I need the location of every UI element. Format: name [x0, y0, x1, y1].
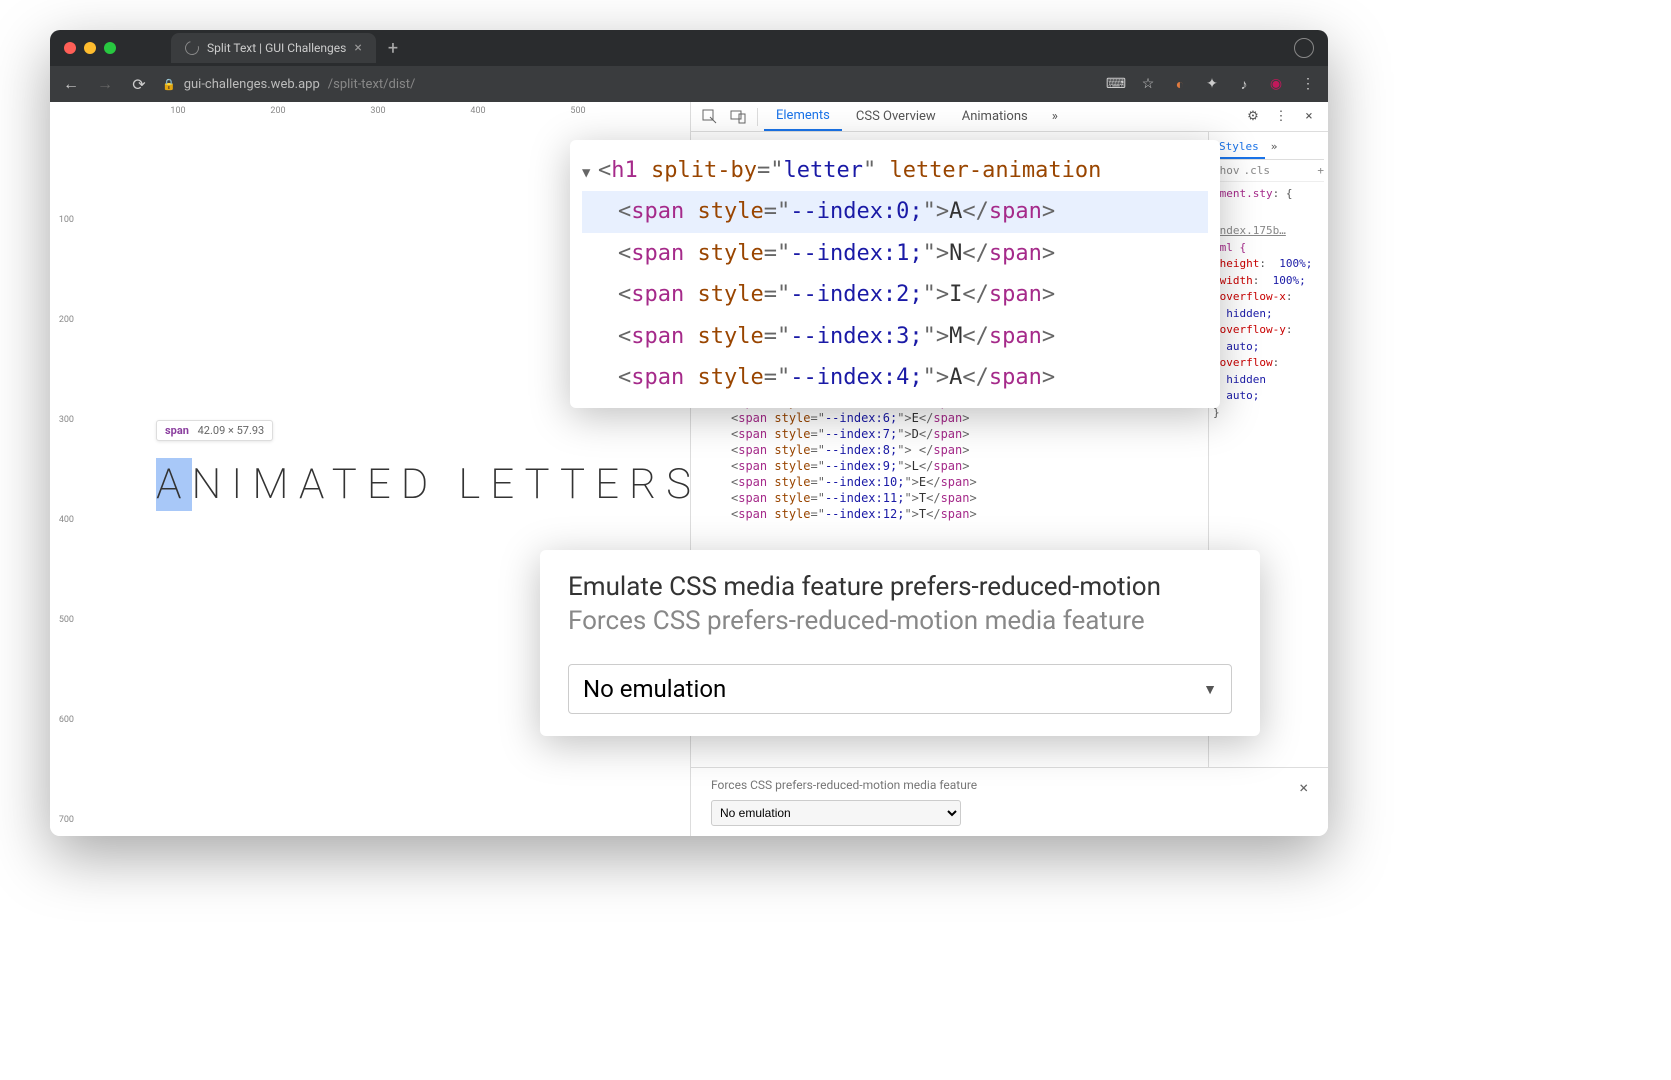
- chevron-down-icon: ▼: [1203, 681, 1217, 698]
- more-tabs-icon[interactable]: »: [1042, 104, 1068, 130]
- gear-icon[interactable]: ⚙: [1240, 104, 1266, 130]
- kebab-icon[interactable]: ⋮: [1268, 104, 1294, 130]
- back-button[interactable]: ←: [60, 73, 82, 95]
- css-declaration[interactable]: overflow-y:: [1213, 322, 1324, 339]
- dom-span-row-small[interactable]: <span style="--index:7;">D</span>: [691, 426, 1208, 442]
- dom-span-row-small[interactable]: <span style="--index:9;">L</span>: [691, 458, 1208, 474]
- css-declaration[interactable]: height: 100%;: [1213, 256, 1324, 273]
- tab-title: Split Text | GUI Challenges: [207, 41, 346, 55]
- callout-rendering-zoom: Emulate CSS media feature prefers-reduce…: [540, 550, 1260, 736]
- heading-rest: NIMATED LETTERS: [192, 460, 690, 509]
- profile-icon[interactable]: [1294, 38, 1314, 58]
- element-tooltip: span 42.09 × 57.93: [156, 420, 273, 441]
- menu-icon[interactable]: ⋮: [1298, 74, 1318, 94]
- devtools-toolbar: Elements CSS Overview Animations » ⚙ ⋮ ×: [691, 102, 1328, 132]
- titlebar: Split Text | GUI Challenges × +: [50, 30, 1328, 66]
- emulate-subtitle: Forces CSS prefers-reduced-motion media …: [568, 606, 1232, 636]
- dom-span-row-small[interactable]: <span style="--index:11;">T</span>: [691, 490, 1208, 506]
- css-declaration[interactable]: hidden: [1213, 372, 1324, 389]
- emulate-select-value: No emulation: [583, 675, 726, 703]
- css-declaration[interactable]: hidden;: [1213, 306, 1324, 323]
- expand-arrow-icon[interactable]: ▼: [582, 162, 596, 186]
- tooltip-dimensions: 42.09 × 57.93: [198, 424, 265, 437]
- dom-h1-row: ▼<h1 split-by="letter" letter-animation: [582, 150, 1208, 191]
- extension-icon-2[interactable]: ♪: [1234, 74, 1254, 94]
- emulate-title: Emulate CSS media feature prefers-reduce…: [568, 572, 1232, 602]
- dom-span-row-small[interactable]: <span style="--index:8;"> </span>: [691, 442, 1208, 458]
- ruler-vertical: 100 200 300 400 500 600 700 800: [50, 120, 78, 836]
- css-declaration[interactable]: width: 100%;: [1213, 273, 1324, 290]
- url-host: gui-challenges.web.app: [184, 77, 320, 92]
- close-tab-icon[interactable]: ×: [354, 40, 361, 56]
- device-icon[interactable]: [725, 104, 751, 130]
- forward-button[interactable]: →: [94, 73, 116, 95]
- rendering-description: Forces CSS prefers-reduced-motion media …: [711, 778, 1308, 792]
- inspect-icon[interactable]: [697, 104, 723, 130]
- tab-elements[interactable]: Elements: [764, 102, 842, 131]
- ruler-horizontal: 100 200 300 400 500: [78, 102, 690, 120]
- tab-css-overview[interactable]: CSS Overview: [844, 103, 948, 130]
- traffic-lights: [64, 42, 116, 54]
- styles-tab[interactable]: Styles: [1213, 136, 1265, 159]
- close-window-button[interactable]: [64, 42, 76, 54]
- lock-icon: 🔒: [162, 78, 176, 91]
- extensions-icon[interactable]: ✦: [1202, 74, 1222, 94]
- animated-heading: ANIMATED LETTERS: [156, 460, 690, 509]
- css-declaration[interactable]: auto;: [1213, 339, 1324, 356]
- url-field[interactable]: 🔒 gui-challenges.web.app/split-text/dist…: [162, 77, 1094, 92]
- more-styles-tabs-icon[interactable]: »: [1265, 136, 1284, 159]
- add-rule-icon[interactable]: +: [1317, 164, 1324, 177]
- dom-span-row-small[interactable]: <span style="--index:6;">E</span>: [691, 410, 1208, 426]
- close-icon[interactable]: ×: [1296, 104, 1322, 130]
- emulation-select[interactable]: No emulation: [711, 800, 961, 826]
- translate-icon[interactable]: ⌨: [1106, 74, 1126, 94]
- dom-span-row-small[interactable]: <span style="--index:12;">T</span>: [691, 506, 1208, 522]
- extension-icon-1[interactable]: ◐: [1170, 74, 1190, 94]
- dom-span-row[interactable]: <span style="--index:0;">A</span>: [582, 191, 1208, 232]
- emulate-select[interactable]: No emulation ▼: [568, 664, 1232, 714]
- css-rule-html: index.175b… tml { height: 100%; width: 1…: [1213, 223, 1324, 421]
- dom-span-row[interactable]: <span style="--index:3;">M</span>: [582, 316, 1208, 357]
- maximize-window-button[interactable]: [104, 42, 116, 54]
- reload-button[interactable]: ⟳: [128, 73, 150, 95]
- css-declaration[interactable]: auto;: [1213, 388, 1324, 405]
- minimize-window-button[interactable]: [84, 42, 96, 54]
- close-pane-icon[interactable]: ×: [1299, 778, 1308, 797]
- tab-animations[interactable]: Animations: [950, 103, 1040, 130]
- dom-span-row-small[interactable]: <span style="--index:10;">E</span>: [691, 474, 1208, 490]
- highlighted-letter: A: [156, 458, 192, 511]
- star-icon[interactable]: ☆: [1138, 74, 1158, 94]
- dom-span-row[interactable]: <span style="--index:4;">A</span>: [582, 357, 1208, 398]
- favicon-icon: [182, 38, 201, 57]
- dom-span-row[interactable]: <span style="--index:1;">N</span>: [582, 233, 1208, 274]
- css-declaration[interactable]: overflow:: [1213, 355, 1324, 372]
- rendering-pane: × Forces CSS prefers-reduced-motion medi…: [691, 767, 1328, 836]
- cls-toggle[interactable]: .cls: [1244, 164, 1271, 177]
- url-path: /split-text/dist/: [328, 77, 416, 92]
- element-style-rule: ement.sty: { }: [1213, 186, 1324, 219]
- dom-span-row[interactable]: <span style="--index:2;">I</span>: [582, 274, 1208, 315]
- browser-tab[interactable]: Split Text | GUI Challenges ×: [171, 33, 376, 63]
- css-declaration[interactable]: overflow-x:: [1213, 289, 1324, 306]
- callout-dom-zoom: ▼<h1 split-by="letter" letter-animation …: [570, 140, 1220, 408]
- tooltip-tag: span: [165, 424, 189, 437]
- avatar-icon[interactable]: ◉: [1266, 74, 1286, 94]
- address-bar: ← → ⟳ 🔒 gui-challenges.web.app/split-tex…: [50, 66, 1328, 102]
- new-tab-button[interactable]: +: [388, 38, 398, 59]
